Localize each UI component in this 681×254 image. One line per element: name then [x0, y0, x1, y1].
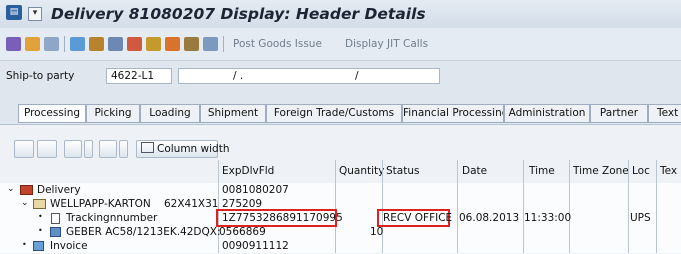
column-divider: [656, 160, 657, 253]
tab-loading[interactable]: Loading: [140, 104, 200, 123]
tab-financial-processing[interactable]: Financial Processing: [402, 104, 504, 123]
tree-bullet: •: [22, 240, 27, 249]
address-separator: / .: [233, 70, 244, 82]
time-cell: 11:33:00: [524, 212, 572, 224]
tab-partner[interactable]: Partner: [590, 104, 648, 123]
tab-foreign-trade-customs[interactable]: Foreign Trade/Customs: [266, 104, 402, 123]
column-header-loc[interactable]: Loc: [632, 165, 650, 177]
print-tree-icon[interactable]: [64, 140, 82, 158]
column-header-time[interactable]: Time: [529, 165, 555, 177]
column-width-button[interactable]: Column width: [136, 140, 230, 158]
table-row[interactable]: [0, 239, 681, 253]
column-divider: [523, 160, 524, 253]
document-icon: [51, 213, 60, 224]
expand-toggle-icon[interactable]: ⌄: [21, 198, 29, 208]
display-jit-calls-button[interactable]: Display JIT Calls: [345, 38, 428, 50]
column-header-time-zone[interactable]: Time Zone: [573, 165, 629, 177]
title-dropdown-icon[interactable]: ▾: [28, 7, 42, 21]
print-icon[interactable]: [108, 37, 123, 51]
tree-node-label[interactable]: Delivery: [37, 184, 81, 196]
column-header-quantity[interactable]: Quantity: [339, 165, 384, 177]
output-icon[interactable]: [127, 37, 142, 51]
tab-shipment[interactable]: Shipment: [200, 104, 266, 123]
tree-bullet: •: [38, 212, 43, 221]
column-header-status[interactable]: Status: [386, 165, 419, 177]
delete-icon[interactable]: [44, 37, 59, 51]
tree-node-label[interactable]: Invoice: [50, 240, 88, 252]
column-divider: [457, 160, 458, 253]
ship-to-address-field[interactable]: / . /: [178, 68, 440, 84]
quantity-cell: 10: [370, 226, 384, 238]
package-icon: [33, 199, 46, 209]
column-divider: [569, 160, 570, 253]
find-next-icon[interactable]: [37, 140, 57, 158]
tree-node-dimensions: 62X41X31: [164, 198, 219, 210]
items-icon[interactable]: [146, 37, 161, 51]
create-icon[interactable]: [25, 37, 40, 51]
column-width-icon: [141, 142, 154, 153]
layout-icon[interactable]: [99, 140, 117, 158]
ship-to-party-field[interactable]: 4622-L1: [106, 68, 172, 84]
expdlvfld-cell: 0090911112: [222, 240, 289, 252]
address-separator: /: [355, 70, 359, 82]
ship-to-party-label: Ship-to party: [6, 70, 75, 82]
post-goods-issue-button[interactable]: Post Goods Issue: [233, 38, 322, 50]
find-icon[interactable]: [14, 140, 34, 158]
toolbar-separator: [64, 36, 65, 52]
chevron-down-icon[interactable]: [119, 140, 128, 158]
change-display-icon[interactable]: [6, 37, 21, 51]
expdlvfld-cell: 0566869: [219, 226, 266, 238]
expdlvfld-cell: 0081080207: [222, 184, 289, 196]
column-header-date[interactable]: Date: [462, 165, 487, 177]
sap-menu-icon[interactable]: ▤: [6, 5, 22, 20]
expand-toggle-icon[interactable]: ⌄: [7, 184, 15, 194]
tree-node-label[interactable]: Trackingnnumber: [66, 212, 157, 224]
tab-processing[interactable]: Processing: [18, 104, 86, 123]
column-divider: [628, 160, 629, 253]
delivery-truck-icon: [20, 185, 33, 195]
partner-icon[interactable]: [89, 37, 104, 51]
column-header-text[interactable]: Tex: [660, 165, 677, 177]
batch-icon[interactable]: [184, 37, 199, 51]
tree-bullet: •: [38, 226, 43, 235]
tree-node-label[interactable]: WELLPAPP-KARTON: [50, 198, 151, 210]
table-row[interactable]: [0, 183, 681, 197]
status-cell: RECV OFFICE: [383, 212, 453, 224]
picking-icon[interactable]: [165, 37, 180, 51]
header-icon[interactable]: [70, 37, 85, 51]
material-icon: [50, 227, 61, 237]
chevron-down-icon[interactable]: [84, 140, 93, 158]
column-header-expdlvfld[interactable]: ExpDlvFld: [222, 165, 274, 177]
tracking-number-cell[interactable]: 1Z7753286891170995: [222, 212, 343, 224]
tab-picking[interactable]: Picking: [86, 104, 140, 123]
overview-icon[interactable]: [203, 37, 218, 51]
date-cell: 06.08.2013: [459, 212, 520, 224]
window-title: Delivery 81080207 Display: Header Detail…: [51, 5, 426, 23]
tree-node-label[interactable]: GEBER AC58/1213EK.42DQX:: [66, 226, 221, 238]
loc-cell: UPS: [630, 212, 651, 224]
column-divider: [382, 160, 383, 253]
tab-administration[interactable]: Administration: [504, 104, 590, 123]
column-divider: [335, 160, 336, 253]
invoice-icon: [33, 241, 44, 251]
column-width-label: Column width: [157, 143, 230, 155]
tab-text[interactable]: Text: [648, 104, 681, 123]
toolbar-separator: [223, 36, 224, 52]
